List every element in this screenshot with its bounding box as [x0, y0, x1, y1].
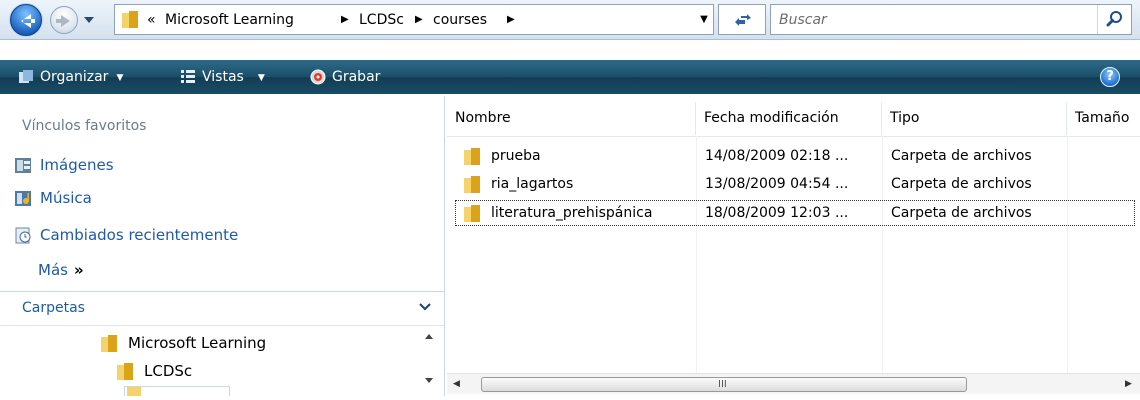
- folder-icon: [464, 176, 480, 193]
- magnifier-icon: [1106, 11, 1122, 27]
- address-box[interactable]: « Microsoft Learning ▶ LCDSc ▶ courses ▶…: [114, 4, 714, 35]
- file-type: Carpeta de archivos: [891, 148, 1032, 164]
- file-type: Carpeta de archivos: [891, 205, 1032, 221]
- file-date: 18/08/2009 12:03 ...: [705, 205, 849, 221]
- favorites-heading: Vínculos favoritos: [22, 118, 147, 134]
- file-name: literatura_prehispánica: [491, 205, 653, 221]
- search-button[interactable]: [1097, 5, 1131, 34]
- organize-icon: [19, 70, 33, 83]
- grip-icon: III: [718, 379, 727, 390]
- file-name: prueba: [491, 148, 541, 164]
- views-label: Vistas: [202, 69, 244, 85]
- search-box: [770, 4, 1132, 35]
- double-chevron-icon: »: [73, 261, 84, 279]
- address-history-dropdown[interactable]: ▼: [697, 11, 711, 29]
- folders-title: Carpetas: [22, 300, 85, 316]
- forward-button[interactable]: [50, 6, 78, 34]
- help-icon[interactable]: ?: [1100, 67, 1120, 87]
- tree-item-label: LCDSc: [144, 362, 193, 380]
- back-button[interactable]: [10, 4, 42, 36]
- folder-icon: [122, 11, 138, 28]
- file-name: ria_lagartos: [491, 176, 574, 192]
- views-icon: [181, 70, 195, 83]
- folder-icon: [117, 363, 133, 380]
- burn-disc-icon: [310, 69, 326, 85]
- folder-icon: [101, 335, 117, 352]
- scroll-left-icon[interactable]: ◀: [453, 379, 460, 389]
- recent-pages-dropdown[interactable]: [82, 14, 96, 26]
- organize-menu[interactable]: Organizar ▼: [40, 60, 123, 94]
- more-links-button[interactable]: Más »: [38, 259, 84, 281]
- column-header-date[interactable]: Fecha modificación: [696, 102, 882, 135]
- navigation-pane: Vínculos favoritos Imágenes Música Cambi…: [0, 96, 445, 396]
- recent-icon: [15, 227, 31, 244]
- file-date: 14/08/2009 02:18 ...: [705, 148, 849, 164]
- scroll-right-icon[interactable]: ▶: [1125, 379, 1132, 389]
- address-bar: « Microsoft Learning ▶ LCDSc ▶ courses ▶…: [0, 0, 1140, 40]
- search-input[interactable]: [779, 9, 1079, 31]
- scroll-up-icon[interactable]: [425, 334, 433, 339]
- scrollbar-thumb[interactable]: III: [481, 377, 967, 392]
- forward-arrow-icon: [56, 15, 70, 27]
- address-overflow[interactable]: «: [147, 11, 156, 29]
- favorite-label: Cambiados recientemente: [40, 226, 239, 244]
- file-row[interactable]: prueba 14/08/2009 02:18 ... Carpeta de a…: [455, 143, 1135, 169]
- column-header-type[interactable]: Tipo: [882, 102, 1067, 135]
- refresh-icon: [735, 14, 751, 26]
- burn-label: Grabar: [332, 69, 381, 85]
- more-label: Más: [38, 261, 68, 279]
- tree-item-label: Microsoft Learning: [128, 334, 267, 352]
- crumb-separator-icon[interactable]: ▶: [415, 11, 423, 29]
- music-icon: [15, 191, 31, 206]
- file-row-focused[interactable]: literatura_prehispánica 18/08/2009 12:03…: [455, 200, 1135, 226]
- file-type: Carpeta de archivos: [891, 176, 1032, 192]
- views-menu[interactable]: Vistas ▼: [202, 60, 265, 94]
- column-header-size[interactable]: Tamaño: [1067, 102, 1140, 135]
- tree-scrollbar[interactable]: [420, 326, 438, 396]
- scroll-down-icon[interactable]: [425, 378, 433, 383]
- refresh-button[interactable]: [718, 4, 766, 35]
- crumb-microsoft-learning[interactable]: Microsoft Learning: [165, 11, 294, 29]
- crumb-separator-icon[interactable]: ▶: [507, 11, 515, 29]
- favorite-label: Imágenes: [40, 156, 114, 174]
- tree-item-partial[interactable]: [124, 386, 230, 396]
- crumb-lcdsc[interactable]: LCDSc: [359, 11, 404, 29]
- command-bar: Organizar ▼ Vistas ▼ Grabar ?: [0, 60, 1140, 94]
- chevron-down-icon: ▼: [116, 73, 124, 83]
- file-row[interactable]: ria_lagartos 13/08/2009 04:54 ... Carpet…: [455, 171, 1135, 197]
- chevron-down-icon: ▼: [257, 73, 265, 83]
- folders-header[interactable]: Carpetas: [0, 292, 444, 325]
- column-header-name[interactable]: Nombre: [447, 102, 696, 135]
- burn-button[interactable]: Grabar: [332, 60, 380, 94]
- pictures-icon: [15, 158, 31, 173]
- folder-icon: [464, 148, 480, 165]
- crumb-separator-icon[interactable]: ▶: [341, 11, 349, 29]
- organize-label: Organizar: [40, 69, 109, 85]
- favorite-label: Música: [40, 189, 92, 207]
- back-arrow-icon: [21, 14, 35, 28]
- file-list: Nombre Fecha modificación Tipo Tamaño pr…: [447, 96, 1140, 396]
- chevron-down-icon[interactable]: [418, 300, 432, 314]
- divider: [447, 136, 1140, 137]
- file-date: 13/08/2009 04:54 ...: [705, 176, 849, 192]
- horizontal-scrollbar[interactable]: ◀ III ▶: [447, 373, 1140, 394]
- folder-icon: [464, 205, 480, 222]
- divider: [0, 325, 444, 326]
- crumb-courses[interactable]: courses: [433, 11, 487, 29]
